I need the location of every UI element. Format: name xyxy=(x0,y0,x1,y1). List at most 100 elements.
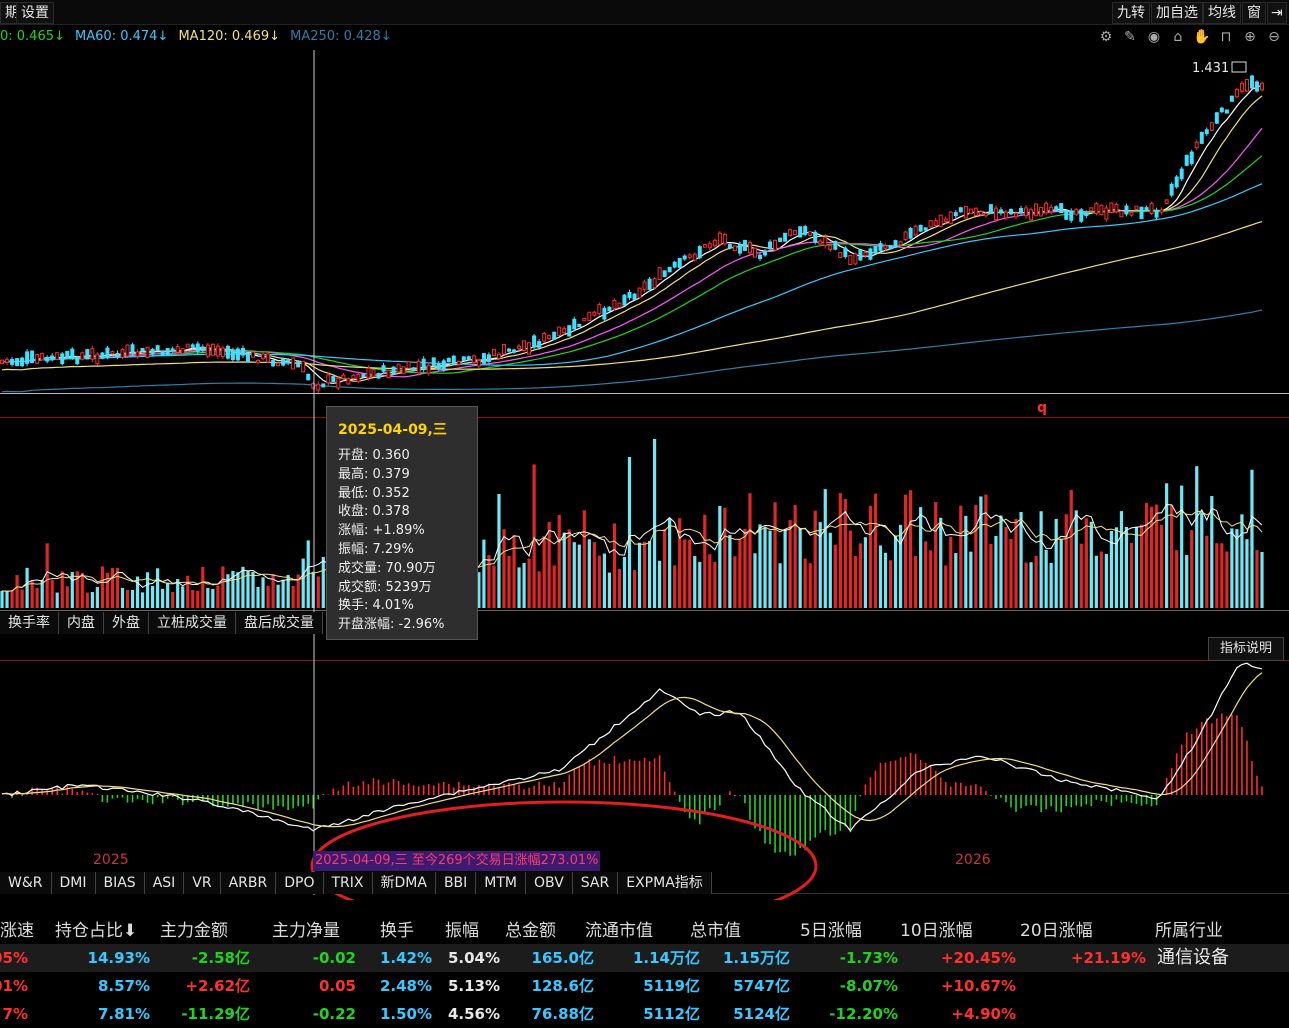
tab-vr[interactable]: VR xyxy=(184,872,221,894)
candle xyxy=(1224,109,1229,114)
tab-dpo[interactable]: DPO xyxy=(276,872,324,894)
volume-bar xyxy=(658,560,662,608)
volume-bar xyxy=(979,496,983,608)
tab-obv[interactable]: OBV xyxy=(526,872,573,894)
tab-bbi[interactable]: BBI xyxy=(435,872,477,894)
tab-after-hours-volume[interactable]: 盘后成交量 xyxy=(236,612,323,634)
column-header-3[interactable]: 主力净量 xyxy=(272,918,340,944)
volume-bar xyxy=(793,505,797,608)
volume-bar xyxy=(959,505,963,608)
tab-wr[interactable]: W&R xyxy=(0,872,52,894)
volume-bar xyxy=(934,502,938,608)
crosshair-tooltip: 2025-04-09,三 开盘: 0.360 最高: 0.379 最低: 0.3… xyxy=(326,406,478,640)
volume-bar xyxy=(196,590,200,608)
volume-bar xyxy=(1185,555,1189,608)
tab-dmi[interactable]: DMI xyxy=(51,872,96,894)
table-row[interactable]: 01% 8.57% +2.62亿 0.05 2.48% 5.13% 128.6亿 5119亿 5… xyxy=(0,972,1289,1000)
volume-bar xyxy=(85,592,89,608)
candle xyxy=(1214,112,1219,124)
candle xyxy=(451,355,456,364)
volume-bar xyxy=(843,499,847,608)
candle xyxy=(582,318,587,322)
column-header-5[interactable]: 振幅 xyxy=(445,918,479,944)
ma-line-10 xyxy=(1,95,1263,382)
candle xyxy=(130,344,135,355)
column-header-7[interactable]: 流通市值 xyxy=(585,918,653,944)
candle xyxy=(993,207,998,221)
tab-pile-volume[interactable]: 立桩成交量 xyxy=(149,612,236,634)
candle xyxy=(632,293,637,300)
volume-bar xyxy=(823,489,827,608)
table-cell: +21.19% xyxy=(1070,949,1146,967)
table-cell: 4.56% xyxy=(447,1005,500,1023)
tab-expma[interactable]: EXPMA指标 xyxy=(618,872,712,894)
candle xyxy=(868,248,873,260)
candle xyxy=(627,291,632,299)
tab-sar[interactable]: SAR xyxy=(572,872,619,894)
tab-trix[interactable]: TRIX xyxy=(323,872,373,894)
volume-bar xyxy=(186,575,190,608)
volume-bar xyxy=(778,563,782,608)
candle xyxy=(336,377,341,389)
tab-new-dma[interactable]: 新DMA xyxy=(372,872,436,894)
volume-bar xyxy=(642,541,647,608)
ma-line-250 xyxy=(1,309,1263,393)
tab-asi[interactable]: ASI xyxy=(144,872,185,894)
candle xyxy=(587,311,592,321)
table-row[interactable]: 7% 7.81% -11.29亿 -0.22 1.50% 4.56% 76.88亿 5112亿… xyxy=(0,1000,1289,1028)
tab-outer-volume[interactable]: 外盘 xyxy=(104,612,149,634)
volume-bar xyxy=(954,553,958,608)
candle xyxy=(316,383,321,391)
tooltip-change: 涨幅: +1.89% xyxy=(338,523,425,539)
volume-bar xyxy=(321,557,325,608)
volume-bar xyxy=(507,555,511,608)
tab-mtm[interactable]: MTM xyxy=(476,872,526,894)
tab-inner-volume[interactable]: 内盘 xyxy=(59,612,104,634)
candle xyxy=(145,346,150,359)
candle xyxy=(903,231,908,240)
volume-bar xyxy=(1024,562,1028,608)
column-header-10[interactable]: 10日涨幅 xyxy=(900,918,973,944)
column-header-9[interactable]: 5日涨幅 xyxy=(800,918,862,944)
volume-bar xyxy=(547,521,551,608)
candle xyxy=(210,343,215,356)
tab-bias[interactable]: BIAS xyxy=(95,872,145,894)
candle xyxy=(667,266,672,273)
volume-bar xyxy=(1245,539,1249,608)
volume-bar xyxy=(597,555,601,608)
tooltip-low: 最低: 0.352 xyxy=(338,485,410,501)
column-header-1[interactable]: 持仓占比⬇ xyxy=(55,918,137,944)
candle xyxy=(883,245,888,249)
column-header-2[interactable]: 主力金额 xyxy=(160,918,228,944)
candle xyxy=(612,300,617,309)
candle xyxy=(436,363,441,370)
column-header-8[interactable]: 总市值 xyxy=(690,918,741,944)
column-header-4[interactable]: 换手 xyxy=(380,918,414,944)
column-header-6[interactable]: 总金额 xyxy=(505,918,556,944)
volume-bar xyxy=(266,585,270,608)
tooltip-amplitude: 振幅: 7.29% xyxy=(338,541,414,557)
candle xyxy=(908,227,913,239)
candle xyxy=(507,348,512,352)
candle xyxy=(1114,203,1119,213)
candle xyxy=(818,240,823,245)
candle xyxy=(913,225,918,236)
indicator-help-button[interactable]: 指标说明 xyxy=(1208,637,1284,661)
candle xyxy=(893,240,898,248)
tab-turnover-rate[interactable]: 换手率 xyxy=(0,612,59,634)
column-header-0[interactable]: 涨速 xyxy=(0,918,34,944)
volume-bar xyxy=(95,587,99,608)
kline-chart[interactable]: 1.431 q 2025 2026 xyxy=(0,0,1289,900)
column-header-12[interactable]: 所属行业 xyxy=(1155,918,1223,944)
candle xyxy=(15,358,20,367)
candle xyxy=(828,245,833,251)
volume-bar xyxy=(45,543,49,608)
column-header-11[interactable]: 20日涨幅 xyxy=(1020,918,1093,944)
candle xyxy=(737,243,742,254)
volume-bar xyxy=(924,541,928,608)
table-row[interactable]: 05% 14.93% -2.58亿 -0.02 1.42% 5.04% 165.0亿 1.14… xyxy=(0,944,1289,972)
candle xyxy=(75,356,80,365)
tab-arbr[interactable]: ARBR xyxy=(220,872,277,894)
volume-bar xyxy=(1119,511,1124,608)
volume-bar xyxy=(763,527,767,608)
